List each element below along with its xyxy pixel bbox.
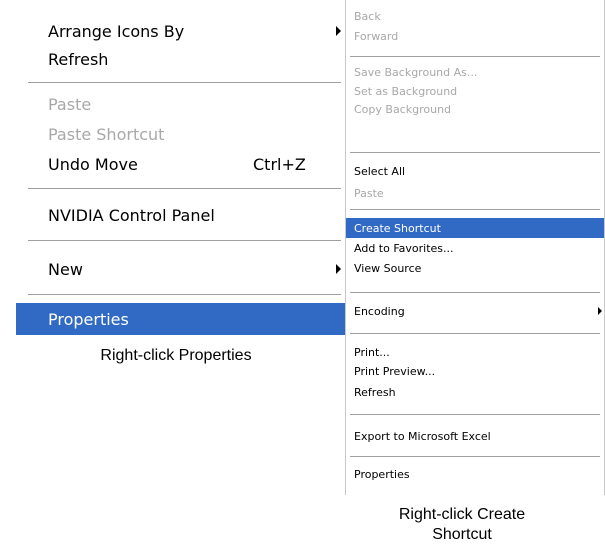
menu-item-paste[interactable]: Paste <box>24 89 345 119</box>
menu-item-new[interactable]: New <box>24 254 345 284</box>
submenu-arrow-icon <box>336 26 341 36</box>
menu-separator <box>350 456 600 457</box>
menu-item-label: Paste <box>48 94 92 114</box>
menu-item-label: Print... <box>354 345 390 359</box>
menu-item-save-background-as[interactable]: Save Background As... <box>346 62 604 82</box>
menu-item-arrange-icons-by[interactable]: Arrange Icons By <box>24 16 345 46</box>
menu-item-label: Properties <box>48 309 129 329</box>
menu-item-label: Properties <box>354 467 410 481</box>
menu-item-export-to-microsoft-excel[interactable]: Export to Microsoft Excel <box>346 426 604 446</box>
menu-item-undo-move[interactable]: Undo Move Ctrl+Z <box>24 149 345 179</box>
menu-item-label: View Source <box>354 261 422 275</box>
menu-item-label: Forward <box>354 29 399 43</box>
menu-item-label: New <box>48 259 83 279</box>
menu-separator <box>28 294 341 295</box>
menu-item-label: Print Preview... <box>354 364 436 378</box>
menu-item-properties[interactable]: Properties <box>16 303 345 335</box>
menu-item-paste[interactable]: Paste <box>346 183 604 203</box>
menu-item-refresh[interactable]: Refresh <box>24 44 345 74</box>
menu-item-back[interactable]: Back <box>346 6 604 26</box>
menu-item-label: Paste Shortcut <box>48 124 165 144</box>
menu-item-label: Add to Favorites... <box>354 241 454 255</box>
caption-line: Shortcut <box>432 526 492 543</box>
menu-item-encoding[interactable]: Encoding <box>346 301 604 321</box>
submenu-arrow-icon <box>598 307 602 315</box>
menu-item-label: Encoding <box>354 304 405 318</box>
menu-item-label: Copy Background <box>354 102 452 116</box>
menu-item-refresh[interactable]: Refresh <box>346 382 604 402</box>
menu-item-nvidia-control-panel[interactable]: NVIDIA Control Panel <box>24 200 345 230</box>
menu-item-copy-background[interactable]: Copy Background <box>346 99 604 119</box>
caption-right-click-create-shortcut: Right-click Create Shortcut <box>350 505 574 545</box>
menu-item-view-source[interactable]: View Source <box>346 258 604 278</box>
menu-item-label: Undo Move <box>48 154 138 174</box>
menu-item-print[interactable]: Print... <box>346 342 604 362</box>
menu-separator <box>350 209 600 210</box>
desktop-context-menu: Arrange Icons By Refresh Paste Paste Sho… <box>16 0 346 345</box>
menu-separator <box>350 414 600 415</box>
submenu-arrow-icon <box>336 264 341 274</box>
shortcut-label: Ctrl+Z <box>253 154 306 174</box>
menu-item-properties[interactable]: Properties <box>346 464 604 484</box>
menu-item-label: Back <box>354 9 381 23</box>
menu-item-label: Refresh <box>354 385 396 399</box>
menu-separator <box>350 56 600 57</box>
menu-item-label: Export to Microsoft Excel <box>354 429 491 443</box>
caption-line: Right-click Create <box>398 506 526 523</box>
menu-item-add-to-favorites[interactable]: Add to Favorites... <box>346 238 604 258</box>
menu-item-label: Paste <box>354 186 384 200</box>
menu-item-label: Refresh <box>48 49 109 69</box>
browser-context-menu: Back Forward Save Background As... Set a… <box>345 0 605 495</box>
menu-item-label: Arrange Icons By <box>48 21 185 41</box>
menu-item-label: Select All <box>354 164 406 178</box>
menu-item-label: Create Shortcut <box>354 221 441 235</box>
menu-separator <box>350 292 600 293</box>
menu-separator <box>28 188 341 189</box>
menu-item-create-shortcut[interactable]: Create Shortcut <box>346 218 604 238</box>
menu-item-label: Save Background As... <box>354 65 478 79</box>
menu-item-set-as-background[interactable]: Set as Background <box>346 81 604 101</box>
menu-item-forward[interactable]: Forward <box>346 26 604 46</box>
menu-item-paste-shortcut[interactable]: Paste Shortcut <box>24 119 345 149</box>
menu-item-label: Set as Background <box>354 84 458 98</box>
menu-separator <box>28 82 341 83</box>
menu-item-select-all[interactable]: Select All <box>346 161 604 181</box>
menu-separator <box>350 333 600 334</box>
menu-item-print-preview[interactable]: Print Preview... <box>346 361 604 381</box>
caption-right-click-properties: Right-click Properties <box>100 347 252 364</box>
menu-separator <box>350 152 600 153</box>
menu-item-label: NVIDIA Control Panel <box>48 205 215 225</box>
menu-separator <box>28 240 341 241</box>
